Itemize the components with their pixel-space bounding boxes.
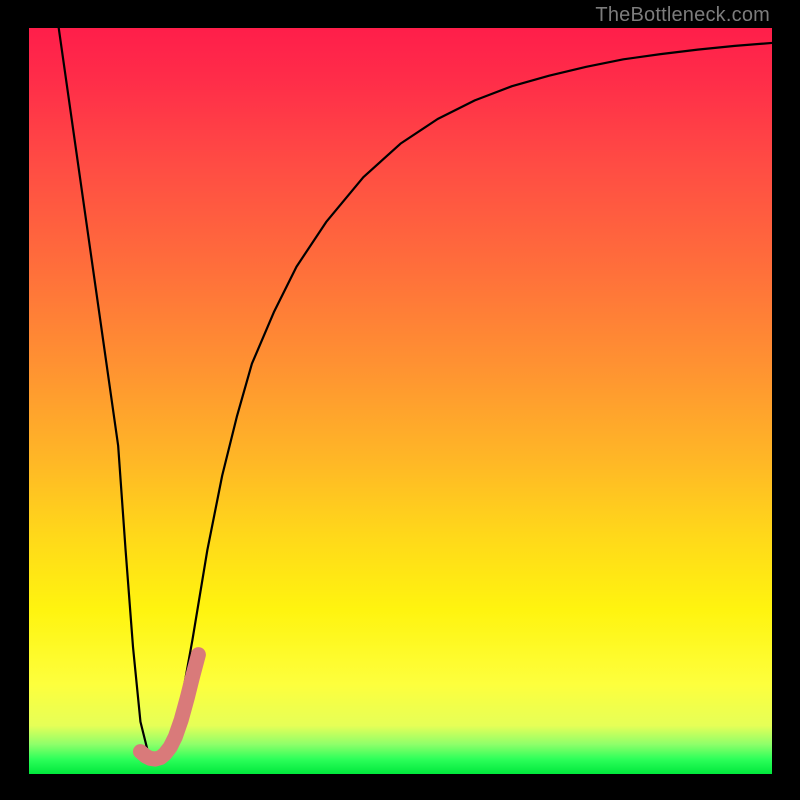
plot-area [29, 28, 772, 774]
marker-segment [140, 655, 198, 759]
chart-frame: TheBottleneck.com [0, 0, 800, 800]
bottleneck-curve [59, 28, 772, 759]
curve-layer [29, 28, 772, 774]
watermark-text: TheBottleneck.com [595, 4, 770, 27]
